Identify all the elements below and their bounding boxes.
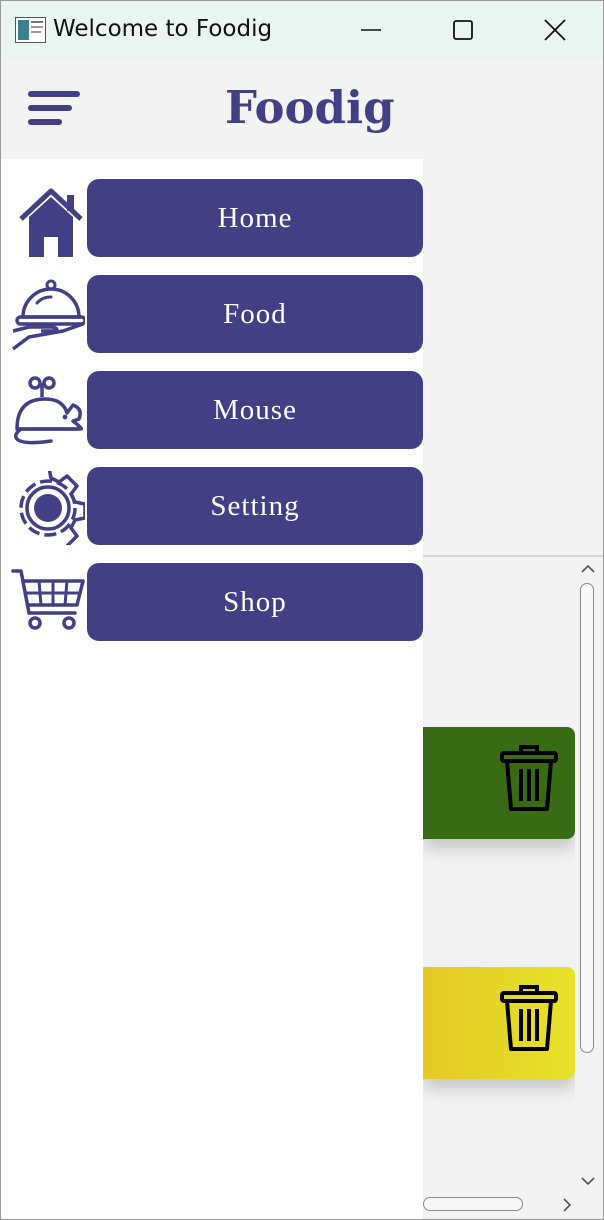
maximize-icon	[453, 20, 473, 40]
vertical-scrollbar[interactable]	[575, 557, 601, 1193]
nav-button-mouse[interactable]: Mouse	[87, 371, 423, 449]
nav-item-mouse[interactable]: Mouse	[1, 371, 423, 449]
trash-icon[interactable]	[499, 741, 559, 813]
mouse-toy-icon	[13, 376, 84, 445]
horizontal-scroll-thumb[interactable]	[423, 1197, 523, 1211]
list-card[interactable]	[423, 727, 575, 839]
app-window: Welcome to Foodig Foodig Home Food Mouse…	[0, 0, 604, 1220]
nav-item-shop[interactable]: Shop	[1, 563, 423, 641]
food-cloche-icon	[11, 279, 85, 351]
nav-button-food[interactable]: Food	[87, 275, 423, 353]
list-card[interactable]	[423, 967, 575, 1079]
maximize-button[interactable]	[417, 1, 509, 59]
nav-button-home[interactable]: Home	[87, 179, 423, 257]
gear-icon	[19, 471, 85, 545]
nav-item-home[interactable]: Home	[1, 179, 423, 257]
shopping-cart-icon	[11, 569, 85, 630]
app-icon	[15, 17, 46, 43]
chevron-right-icon[interactable]	[557, 1195, 577, 1215]
brand-title: Foodig	[225, 81, 395, 134]
hamburger-menu-icon[interactable]	[27, 89, 81, 135]
minimize-icon	[361, 29, 381, 31]
vertical-scroll-thumb[interactable]	[580, 583, 594, 1053]
nav-button-setting[interactable]: Setting	[87, 467, 423, 545]
trash-icon[interactable]	[499, 981, 559, 1053]
chevron-down-icon[interactable]	[578, 1171, 598, 1191]
horizontal-scrollbar[interactable]	[423, 1193, 575, 1217]
close-icon	[544, 19, 566, 41]
window-title: Welcome to Foodig	[53, 16, 273, 42]
nav-drawer: Home Food Mouse Setting Shop	[1, 159, 423, 1219]
title-bar[interactable]: Welcome to Foodig	[1, 1, 603, 59]
minimize-button[interactable]	[325, 1, 417, 59]
home-icon	[19, 188, 83, 257]
chevron-up-icon[interactable]	[578, 559, 598, 579]
nav-button-shop[interactable]: Shop	[87, 563, 423, 641]
nav-item-setting[interactable]: Setting	[1, 467, 423, 545]
app-header: Foodig	[1, 59, 603, 159]
close-button[interactable]	[509, 1, 601, 59]
nav-item-food[interactable]: Food	[1, 275, 423, 353]
